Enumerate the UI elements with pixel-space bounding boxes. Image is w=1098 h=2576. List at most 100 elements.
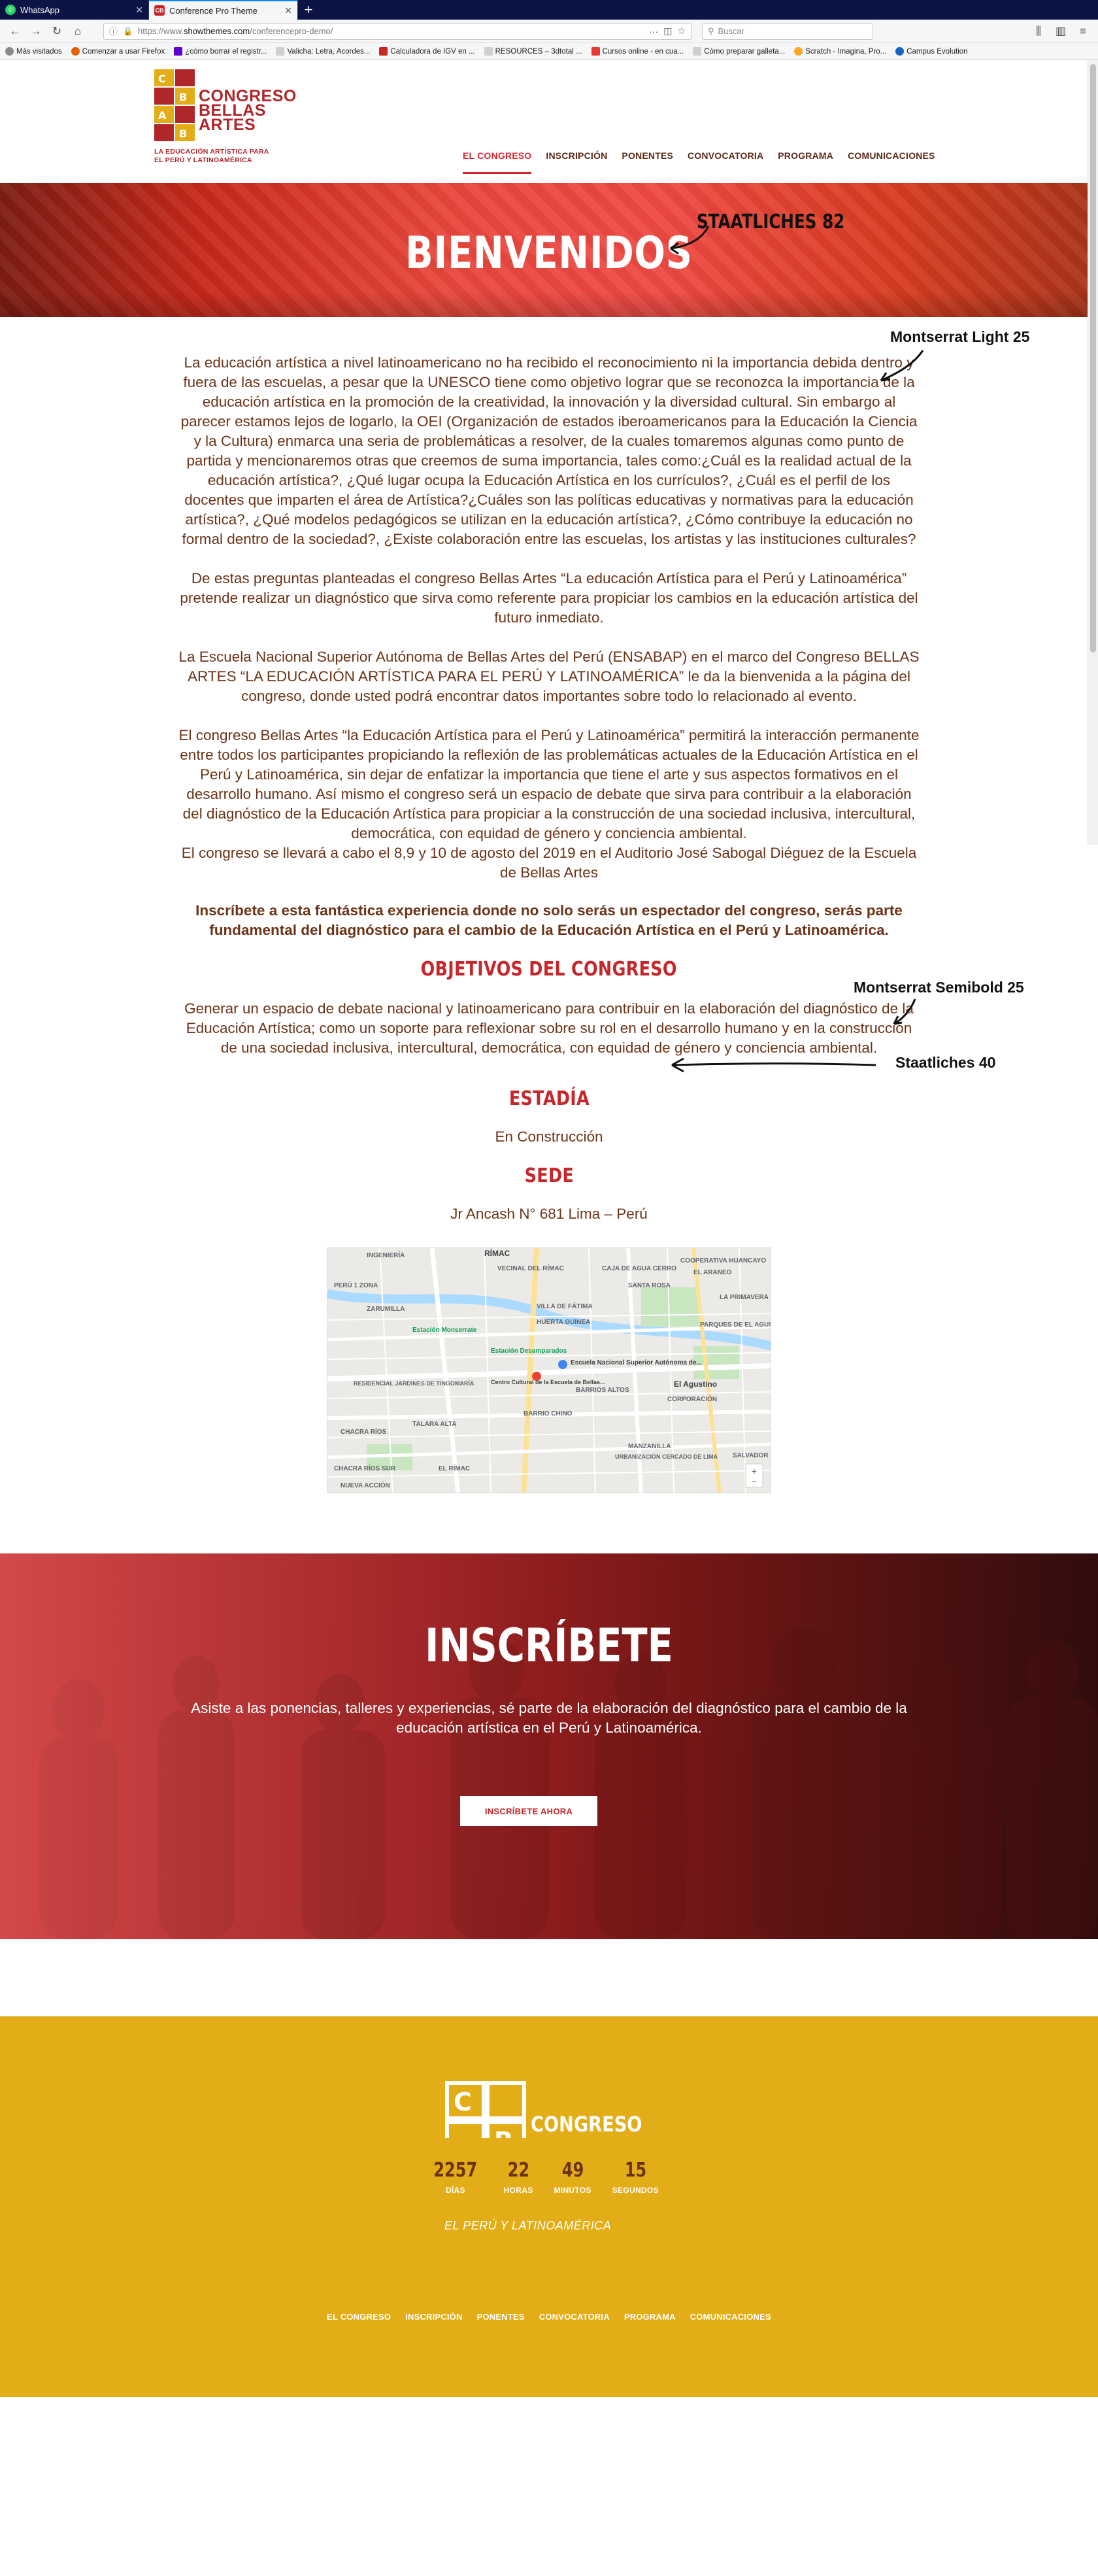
scrollbar-thumb[interactable] — [1090, 64, 1096, 652]
map-label: URBANIZACIÓN CERCADO DE LIMA — [615, 1453, 718, 1460]
logo-tagline: LA EDUCACIÓN ARTÍSTICA PARA EL PERÚ Y LA… — [154, 148, 269, 164]
intro-paragraph-2: De estas preguntas planteadas el congres… — [180, 570, 918, 626]
map-label: COOPERATIVA HUANCAYO — [680, 1257, 766, 1264]
bookmarks-bar: Más visitados Comenzar a usar Firefox ¿c… — [0, 43, 1098, 60]
svg-text:C: C — [158, 73, 166, 85]
footer-nav-inscripcion[interactable]: INSCRIPCIÓN — [405, 2312, 462, 2322]
map-label: CHACRA RÍOS — [341, 1427, 387, 1436]
courses-icon — [591, 47, 600, 56]
map-label: CORPORACIÓN — [667, 1395, 717, 1403]
map-label: ZARUMILLA — [367, 1306, 405, 1313]
countdown-box: 2257 DÍAS 22 HORAS 49 MINUTOS 15 SEGUNDO… — [333, 2138, 754, 2215]
close-icon[interactable]: ✕ — [284, 5, 292, 16]
svg-text:C: C — [454, 2088, 472, 2116]
annotation-montserrat-semibold: Montserrat Semibold 25 — [854, 979, 1024, 996]
map-label: PARQUES DE EL AGUSTINO — [700, 1321, 771, 1329]
hero-banner: BIENVENIDOS — [0, 183, 1098, 317]
page-scrollbar[interactable] — [1088, 60, 1098, 845]
estadia-text: En Construcción — [495, 1128, 603, 1145]
map-label: HUERTA GUINEA — [537, 1319, 590, 1326]
campus-icon — [895, 47, 905, 56]
bookmark-item[interactable]: Calculadora de IGV en ... — [379, 47, 475, 56]
gear-icon — [5, 47, 14, 56]
intro-paragraph-1: La educación artística a nivel latinoame… — [180, 354, 918, 547]
bookmark-item[interactable]: Cómo preparar galleta... — [693, 47, 785, 56]
annotation-arrow-icon — [893, 998, 916, 1025]
library-icon[interactable]: ⫼ — [1030, 23, 1047, 40]
footer-nav-el-congreso[interactable]: EL CONGRESO — [327, 2312, 391, 2322]
info-icon[interactable]: ⓘ — [109, 25, 118, 37]
annotation-montserrat-light: Montserrat Light 25 — [890, 328, 1030, 345]
objetivos-text: Generar un espacio de debate nacional y … — [184, 1000, 914, 1056]
inscribete-title: INSCRÍBETE — [425, 1619, 673, 1672]
new-tab-button[interactable]: + — [298, 0, 319, 20]
footer-nav-programa[interactable]: PROGRAMA — [624, 2312, 676, 2322]
home-icon[interactable]: ⌂ — [69, 23, 86, 40]
tab-whatsapp[interactable]: ✆ WhatsApp ✕ — [0, 0, 149, 20]
browser-toolbar: ← → ↻ ⌂ ⓘ 🔒 https://www.showthemes.com/c… — [0, 20, 1098, 43]
inscribete-ahora-button[interactable]: INSCRÍBETE AHORA — [460, 1796, 597, 1826]
location-map[interactable]: INGENIERÍA RÍMAC PERÚ 1 ZONA ZARUMILLA V… — [327, 1247, 771, 1493]
search-placeholder: Buscar — [718, 26, 744, 36]
annotation-staatliches40: Staatliches 40 — [895, 1054, 996, 1071]
map-label: El Agustino — [674, 1380, 717, 1389]
page-actions-icon[interactable]: ··· — [649, 26, 658, 37]
tab-conference-pro[interactable]: CB Conference Pro Theme ✕ — [149, 0, 298, 20]
page-icon — [693, 47, 702, 56]
close-icon[interactable]: ✕ — [135, 5, 143, 16]
footer-nav: EL CONGRESO INSCRIPCIÓN PONENTES CONVOCA… — [0, 2312, 1098, 2322]
svg-text:−: − — [752, 1476, 757, 1487]
yahoo-icon — [174, 47, 183, 56]
bookmark-item[interactable]: RESOURCES – 3dtotal ... — [484, 47, 582, 56]
bookmark-item[interactable]: Campus Evolution — [895, 47, 968, 56]
bookmark-item[interactable]: ¿cómo borrar el registr... — [174, 47, 267, 56]
site-logo[interactable]: C B A B CONGRESO BELLAS ARTES LA EDUCACI… — [154, 69, 296, 169]
nav-convocatoria[interactable]: CONVOCATORIA — [688, 150, 763, 174]
countdown-minutes: 49 MINUTOS — [554, 2158, 591, 2195]
pocket-icon[interactable]: ◫ — [663, 25, 672, 37]
page-icon — [276, 47, 285, 56]
cb-icon: CB — [154, 5, 165, 16]
nav-ponentes[interactable]: PONENTES — [622, 150, 673, 174]
search-icon: ⚲ — [708, 25, 714, 36]
bookmark-item[interactable]: Más visitados — [5, 47, 62, 56]
map-label: CHACRA RÍOS SUR — [334, 1464, 396, 1472]
crowd-photo — [0, 1553, 1098, 1939]
url-text: https://www.showthemes.com/conferencepro… — [137, 26, 333, 36]
menu-icon[interactable]: ≡ — [1074, 23, 1091, 40]
back-icon[interactable]: ← — [7, 23, 24, 40]
countdown-hours: 22 HORAS — [503, 2158, 533, 2195]
search-input[interactable]: ⚲ Buscar — [702, 22, 873, 40]
nav-comunicaciones[interactable]: COMUNICACIONES — [848, 150, 935, 174]
svg-text:+: + — [752, 1466, 757, 1476]
url-bar[interactable]: ⓘ 🔒 https://www.showthemes.com/conferenc… — [103, 22, 691, 40]
map-label: MANZANILLA — [628, 1443, 671, 1450]
footer-nav-comunicaciones[interactable]: COMUNICACIONES — [690, 2312, 771, 2322]
sede-title: SEDE — [524, 1164, 574, 1187]
countdown-seconds: 15 SEGUNDOS — [612, 2158, 659, 2195]
nav-programa[interactable]: PROGRAMA — [778, 150, 833, 174]
forward-icon[interactable]: → — [27, 23, 44, 40]
bookmark-item[interactable]: Valicha: Letra, Acordes... — [276, 47, 370, 56]
star-icon[interactable]: ☆ — [677, 25, 686, 37]
bookmark-item[interactable]: Scratch - Imagina, Pro... — [794, 47, 886, 56]
nav-el-congreso[interactable]: EL CONGRESO — [463, 150, 532, 174]
intro-paragraph-4: El congreso Bellas Artes “la Educación A… — [178, 727, 920, 881]
scratch-icon — [794, 47, 803, 56]
map-label: BARRIO CHINO — [524, 1410, 573, 1417]
map-label: EL ARANEO — [693, 1269, 732, 1276]
footer-nav-ponentes[interactable]: PONENTES — [477, 2312, 525, 2322]
reload-icon[interactable]: ↻ — [48, 23, 65, 40]
nav-inscripcion[interactable]: INSCRIPCIÓN — [546, 150, 607, 174]
calculator-icon — [379, 47, 388, 56]
sidebar-icon[interactable]: ▥ — [1052, 23, 1069, 40]
intro-callout: Inscríbete a esta fantástica experiencia… — [195, 902, 903, 938]
annotation-arrow-icon — [880, 350, 924, 382]
bookmark-item[interactable]: Cursos online - en cua... — [591, 47, 684, 56]
footer-nav-convocatoria[interactable]: CONVOCATORIA — [539, 2312, 610, 2322]
event-date-text: El congreso se llevará a cabo el 8,9 y 1… — [181, 845, 917, 881]
map-label: SALVADOR — [733, 1452, 769, 1459]
bookmark-item[interactable]: Comenzar a usar Firefox — [71, 47, 165, 56]
map-label: EL RÍMAC — [439, 1464, 470, 1472]
map-label: TALARA ALTA — [412, 1421, 457, 1428]
